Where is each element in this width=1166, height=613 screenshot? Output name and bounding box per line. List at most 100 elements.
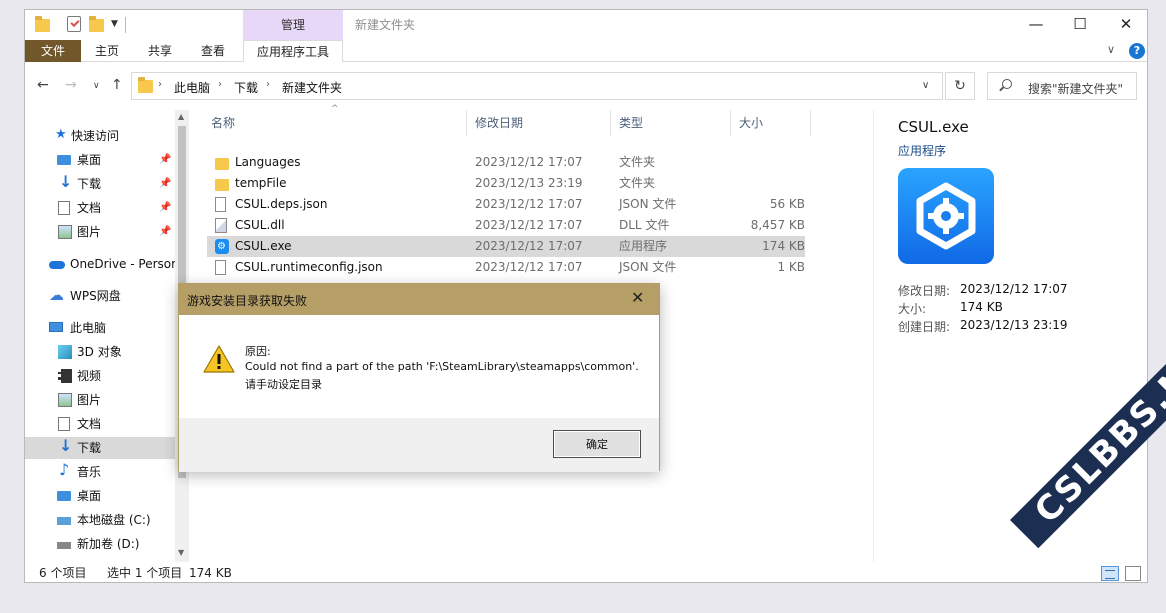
file-date: 2023/12/12 17:07 <box>475 155 583 169</box>
dialog-title-bar: 游戏安装目录获取失败 ✕ <box>179 284 659 315</box>
chevron-right-icon[interactable]: › <box>218 79 222 90</box>
sidebar-item-this-pc[interactable]: 此电脑 <box>25 317 175 339</box>
file-row[interactable]: CSUL.deps.json 2023/12/12 17:07 JSON 文件 … <box>207 194 805 215</box>
large-icons-view-icon[interactable] <box>1125 566 1141 581</box>
details-pane: CSUL.exe 应用程序 修改日期: 2023/12/12 17:07 大小:… <box>873 110 1147 562</box>
sidebar-item-documents[interactable]: 文档 📌 <box>25 197 175 219</box>
sidebar-item-local-disk-c[interactable]: 本地磁盘 (C:) <box>25 509 175 531</box>
ok-button[interactable]: 确定 <box>553 430 641 458</box>
sidebar-item-downloads-pc[interactable]: 下载 <box>25 435 175 459</box>
dialog-message-line: 请手动设定目录 <box>245 378 322 391</box>
breadcrumb-downloads[interactable]: 下载 <box>234 79 258 96</box>
file-name: CSUL.exe <box>235 239 292 253</box>
sidebar-item-label: 下载 <box>77 177 102 191</box>
column-header-date[interactable]: 修改日期 <box>467 110 611 136</box>
scroll-down-icon[interactable]: ▼ <box>178 548 184 557</box>
address-folder-icon <box>138 76 153 96</box>
sidebar-item-videos[interactable]: 视频 <box>25 365 175 387</box>
details-value: 174 KB <box>960 300 1003 314</box>
search-placeholder: 搜索"新建文件夹" <box>1028 82 1124 96</box>
column-header-size[interactable]: 大小 <box>731 110 811 136</box>
search-input[interactable]: 搜索"新建文件夹" <box>987 72 1137 100</box>
tab-share[interactable]: 共享 <box>135 40 185 62</box>
document-icon <box>58 417 70 431</box>
column-header-name[interactable]: 名称 <box>203 110 467 136</box>
file-row[interactable]: tempFile 2023/12/13 23:19 文件夹 <box>207 173 805 194</box>
tab-file[interactable]: 文件 <box>25 40 81 62</box>
sidebar-item-label: 图片 <box>77 393 102 407</box>
json-file-icon <box>215 260 226 275</box>
sidebar-item-desktop[interactable]: 桌面 📌 <box>25 149 175 171</box>
exe-app-icon <box>215 236 229 257</box>
address-row: ← → ∨ ↑ › 此电脑 › 下载 › 新建文件夹 ∨ ↻ 搜索"新建文件夹" <box>25 68 1147 104</box>
sidebar-item-wps-drive[interactable]: WPS网盘 <box>25 284 175 307</box>
forward-arrow-icon[interactable]: → <box>65 77 77 93</box>
pin-icon[interactable]: 📌 <box>159 173 171 195</box>
quick-access-folder-icon[interactable] <box>35 15 51 35</box>
pin-icon[interactable]: 📌 <box>159 197 171 219</box>
properties-icon[interactable] <box>67 16 81 32</box>
tab-home[interactable]: 主页 <box>83 40 131 62</box>
tab-application-tools[interactable]: 应用程序工具 <box>243 40 343 62</box>
chevron-right-icon[interactable]: › <box>158 79 162 90</box>
sidebar-item-music[interactable]: 音乐 <box>25 459 175 483</box>
help-icon[interactable]: ? <box>1129 43 1145 59</box>
pin-icon[interactable]: 📌 <box>159 221 171 243</box>
sidebar-item-documents-pc[interactable]: 文档 <box>25 413 175 435</box>
video-icon <box>58 369 72 383</box>
quick-access-dropdown-icon[interactable]: ▼ <box>111 19 118 29</box>
status-bar: 6 个项目 选中 1 个项目 174 KB <box>25 562 1147 582</box>
sidebar-item-onedrive[interactable]: OneDrive - Persor <box>25 253 176 275</box>
recent-locations-chevron-icon[interactable]: ∨ <box>93 81 100 91</box>
download-icon <box>59 171 73 193</box>
pin-icon[interactable]: 📌 <box>159 149 171 171</box>
sidebar-item-pictures[interactable]: 图片 📌 <box>25 221 175 243</box>
address-dropdown-icon[interactable]: ∨ <box>922 80 929 91</box>
file-size: 1 KB <box>777 260 805 274</box>
status-size: 174 KB <box>189 566 232 580</box>
address-bar[interactable]: › 此电脑 › 下载 › 新建文件夹 ∨ <box>131 72 943 100</box>
status-selection: 选中 1 个项目 <box>107 566 183 580</box>
scroll-up-icon[interactable]: ▲ <box>178 112 184 121</box>
file-row[interactable]: CSUL.dll 2023/12/12 17:07 DLL 文件 8,457 K… <box>207 215 805 236</box>
cloud-icon <box>49 284 64 306</box>
dialog-footer: 确定 <box>179 418 659 472</box>
chevron-right-icon[interactable]: › <box>266 79 270 90</box>
file-type: 应用程序 <box>619 239 668 253</box>
breadcrumb-this-pc[interactable]: 此电脑 <box>174 79 210 96</box>
sidebar-item-3d-objects[interactable]: 3D 对象 <box>25 341 175 363</box>
file-date: 2023/12/12 17:07 <box>475 218 583 232</box>
computer-icon <box>49 322 63 332</box>
sidebar-item-pictures-pc[interactable]: 图片 <box>25 389 175 411</box>
sidebar-item-desktop-pc[interactable]: 桌面 <box>25 485 175 507</box>
breadcrumb-new-folder[interactable]: 新建文件夹 <box>282 79 342 96</box>
file-type: DLL 文件 <box>619 218 670 232</box>
refresh-button[interactable]: ↻ <box>945 72 975 100</box>
sidebar-item-volume-d[interactable]: 新加卷 (D:) <box>25 533 175 555</box>
search-icon <box>1002 79 1012 89</box>
picture-icon <box>58 225 72 239</box>
tab-view[interactable]: 查看 <box>189 40 237 62</box>
error-dialog: 游戏安装目录获取失败 ✕ 原因: Could not find a part o… <box>178 283 660 472</box>
file-row-selected[interactable]: CSUL.exe 2023/12/12 17:07 应用程序 174 KB <box>207 236 805 257</box>
back-arrow-icon[interactable]: ← <box>37 77 49 93</box>
sidebar-item-label: 图片 <box>77 225 102 239</box>
dialog-close-icon[interactable]: ✕ <box>631 288 644 307</box>
new-folder-icon[interactable] <box>89 15 105 35</box>
sidebar-item-quick-access[interactable]: 快速访问 <box>25 124 175 147</box>
window-title: 新建文件夹 <box>355 18 416 32</box>
sidebar-item-label: 文档 <box>77 201 102 215</box>
minimize-button[interactable]: — <box>1013 10 1059 40</box>
file-row[interactable]: CSUL.runtimeconfig.json 2023/12/12 17:07… <box>207 257 805 278</box>
close-window-button[interactable]: ✕ <box>1103 10 1147 40</box>
column-header-type[interactable]: 类型 <box>611 110 731 136</box>
file-row[interactable]: Languages 2023/12/12 17:07 文件夹 <box>207 152 805 173</box>
up-arrow-icon[interactable]: ↑ <box>111 77 123 93</box>
maximize-button[interactable]: ☐ <box>1057 10 1103 40</box>
details-view-icon[interactable] <box>1101 566 1119 581</box>
file-type: JSON 文件 <box>619 197 677 211</box>
details-label: 修改日期: <box>898 284 951 298</box>
sidebar-item-downloads[interactable]: 下载 📌 <box>25 171 175 195</box>
expand-ribbon-chevron-icon[interactable]: ∨ <box>1107 43 1115 56</box>
details-label: 创建日期: <box>898 320 951 334</box>
